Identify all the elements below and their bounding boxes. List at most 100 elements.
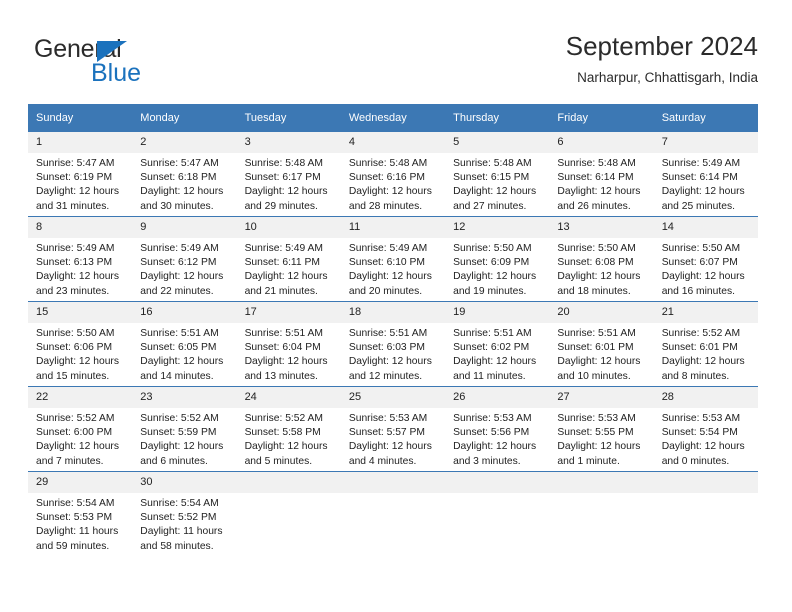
sunset-text: Sunset: 6:10 PM (348, 257, 425, 269)
calendar-day-cell[interactable]: 22 Sunrise: 5:52 AM Sunset: 6:00 PM Dayligh… (28, 386, 133, 472)
day-number: 29 (28, 472, 133, 493)
day-number: 26 (445, 387, 550, 408)
daylight-text: Daylight: 12 hours and 16 minutes. (661, 271, 745, 297)
sunrise-text: Sunrise: 5:53 AM (453, 413, 532, 424)
day-number (340, 472, 446, 493)
sunrise-text: Sunrise: 5:52 AM (661, 328, 741, 339)
sunrise-text: Sunrise: 5:48 AM (348, 158, 428, 169)
daylight-text: Daylight: 12 hours and 8 minutes. (661, 356, 745, 382)
calendar-week-row: 22 Sunrise: 5:52 AM Sunset: 6:00 PM Dayligh… (28, 386, 758, 472)
calendar-empty-cell (340, 471, 446, 556)
day-details: Sunrise: 5:53 AM Sunset: 5:57 PM Daylight:… (341, 408, 445, 469)
day-details: Sunrise: 5:51 AM Sunset: 6:05 PM Daylight:… (132, 323, 236, 384)
calendar-day-cell[interactable]: 15 Sunrise: 5:50 AM Sunset: 6:06 PM Dayligh… (28, 301, 133, 387)
page-header: General Blue September 2024 Narharpur, C… (0, 0, 792, 100)
daylight-text: Daylight: 11 hours and 59 minutes. (36, 526, 119, 552)
day-number: 2 (132, 132, 237, 153)
calendar-day-cell[interactable]: 14 Sunrise: 5:50 AM Sunset: 6:07 PM Dayligh… (653, 216, 758, 302)
calendar-day-cell[interactable]: 13 Sunrise: 5:50 AM Sunset: 6:08 PM Dayligh… (549, 216, 654, 302)
calendar-day-cell[interactable]: 26 Sunrise: 5:53 AM Sunset: 5:56 PM Dayligh… (445, 386, 550, 472)
daylight-text: Daylight: 12 hours and 22 minutes. (140, 271, 224, 297)
calendar-day-cell[interactable]: 10 Sunrise: 5:49 AM Sunset: 6:11 PM Dayligh… (236, 216, 341, 302)
sunrise-text: Sunrise: 5:49 AM (661, 158, 741, 169)
weekday-header-sunday: Sunday (28, 104, 133, 132)
weekday-header-friday: Friday (549, 104, 654, 132)
sunset-text: Sunset: 5:53 PM (36, 512, 113, 524)
sunrise-text: Sunrise: 5:51 AM (453, 328, 532, 339)
calendar-day-cell[interactable]: 4 Sunrise: 5:48 AM Sunset: 6:16 PM Daylight… (340, 132, 446, 217)
sunrise-text: Sunrise: 5:49 AM (348, 243, 428, 254)
title-block: September 2024 Narharpur, Chhattisgarh, … (566, 30, 758, 88)
day-details: Sunrise: 5:48 AM Sunset: 6:17 PM Daylight:… (237, 153, 341, 214)
calendar-page: General Blue September 2024 Narharpur, C… (0, 0, 792, 612)
day-details: Sunrise: 5:51 AM Sunset: 6:04 PM Daylight:… (237, 323, 341, 384)
sunset-text: Sunset: 6:16 PM (348, 172, 425, 184)
day-details: Sunrise: 5:51 AM Sunset: 6:03 PM Daylight:… (341, 323, 445, 384)
calendar-day-cell[interactable]: 7 Sunrise: 5:49 AM Sunset: 6:14 PM Daylight… (653, 132, 758, 217)
sunset-text: Sunset: 6:19 PM (36, 172, 113, 184)
calendar-day-cell[interactable]: 6 Sunrise: 5:48 AM Sunset: 6:14 PM Daylight… (549, 132, 654, 217)
day-details: Sunrise: 5:48 AM Sunset: 6:16 PM Daylight:… (341, 153, 445, 214)
sunset-text: Sunset: 5:52 PM (140, 512, 217, 524)
calendar-day-cell[interactable]: 29 Sunrise: 5:54 AM Sunset: 5:53 PM Dayligh… (28, 471, 133, 556)
sunrise-text: Sunrise: 5:50 AM (557, 243, 636, 254)
sunrise-text: Sunrise: 5:49 AM (244, 243, 323, 254)
calendar-day-cell[interactable]: 12 Sunrise: 5:50 AM Sunset: 6:09 PM Dayligh… (445, 216, 550, 302)
calendar-day-cell[interactable]: 2 Sunrise: 5:47 AM Sunset: 6:18 PM Daylight… (132, 132, 237, 217)
calendar-day-cell[interactable]: 30 Sunrise: 5:54 AM Sunset: 5:52 PM Dayligh… (132, 471, 237, 556)
day-details: Sunrise: 5:49 AM Sunset: 6:12 PM Daylight:… (132, 238, 236, 299)
calendar-day-cell[interactable]: 17 Sunrise: 5:51 AM Sunset: 6:04 PM Dayligh… (236, 301, 341, 387)
calendar-day-cell[interactable]: 23 Sunrise: 5:52 AM Sunset: 5:59 PM Dayligh… (132, 386, 237, 472)
calendar-day-cell[interactable]: 3 Sunrise: 5:48 AM Sunset: 6:17 PM Daylight… (236, 132, 341, 217)
sunrise-text: Sunrise: 5:51 AM (140, 328, 219, 339)
sunrise-text: Sunrise: 5:54 AM (36, 498, 115, 509)
calendar-day-cell[interactable]: 1 Sunrise: 5:47 AM Sunset: 6:19 PM Daylight… (28, 132, 133, 217)
day-details: Sunrise: 5:49 AM Sunset: 6:11 PM Daylight:… (237, 238, 341, 299)
sunset-text: Sunset: 6:17 PM (244, 172, 321, 184)
day-details: Sunrise: 5:50 AM Sunset: 6:07 PM Daylight:… (654, 238, 758, 299)
calendar-day-cell[interactable]: 16 Sunrise: 5:51 AM Sunset: 6:05 PM Dayligh… (132, 301, 237, 387)
sunset-text: Sunset: 6:01 PM (661, 342, 738, 354)
day-number: 27 (549, 387, 654, 408)
sunset-text: Sunset: 6:01 PM (557, 342, 634, 354)
calendar-day-cell[interactable]: 20 Sunrise: 5:51 AM Sunset: 6:01 PM Dayligh… (549, 301, 654, 387)
daylight-text: Daylight: 12 hours and 18 minutes. (557, 271, 641, 297)
day-details: Sunrise: 5:49 AM Sunset: 6:13 PM Daylight:… (28, 238, 132, 299)
daylight-text: Daylight: 12 hours and 20 minutes. (348, 271, 432, 297)
day-number: 30 (132, 472, 237, 493)
calendar-day-cell[interactable]: 28 Sunrise: 5:53 AM Sunset: 5:54 PM Dayligh… (653, 386, 758, 472)
sunrise-text: Sunrise: 5:48 AM (453, 158, 532, 169)
daylight-text: Daylight: 12 hours and 19 minutes. (453, 271, 537, 297)
day-number: 22 (28, 387, 133, 408)
sunset-text: Sunset: 6:14 PM (557, 172, 634, 184)
calendar-day-cell[interactable]: 19 Sunrise: 5:51 AM Sunset: 6:02 PM Dayligh… (445, 301, 550, 387)
day-details: Sunrise: 5:47 AM Sunset: 6:18 PM Daylight:… (132, 153, 236, 214)
daylight-text: Daylight: 12 hours and 23 minutes. (36, 271, 119, 297)
sunset-text: Sunset: 6:00 PM (36, 427, 113, 439)
day-details: Sunrise: 5:51 AM Sunset: 6:02 PM Daylight:… (445, 323, 549, 384)
day-number: 28 (653, 387, 758, 408)
calendar-day-cell[interactable]: 25 Sunrise: 5:53 AM Sunset: 5:57 PM Dayligh… (340, 386, 446, 472)
calendar-day-cell[interactable]: 18 Sunrise: 5:51 AM Sunset: 6:03 PM Dayligh… (340, 301, 446, 387)
daylight-text: Daylight: 12 hours and 15 minutes. (36, 356, 119, 382)
calendar-day-cell[interactable]: 27 Sunrise: 5:53 AM Sunset: 5:55 PM Dayligh… (549, 386, 654, 472)
calendar-day-cell[interactable]: 5 Sunrise: 5:48 AM Sunset: 6:15 PM Daylight… (445, 132, 550, 217)
weekday-header-wednesday: Wednesday (340, 104, 446, 132)
daylight-text: Daylight: 12 hours and 4 minutes. (348, 441, 432, 467)
calendar-day-cell[interactable]: 21 Sunrise: 5:52 AM Sunset: 6:01 PM Dayligh… (653, 301, 758, 387)
calendar-empty-cell (445, 471, 550, 556)
sunset-text: Sunset: 5:57 PM (348, 427, 425, 439)
daylight-text: Daylight: 12 hours and 1 minute. (557, 441, 641, 467)
sunrise-text: Sunrise: 5:50 AM (661, 243, 741, 254)
sunset-text: Sunset: 6:11 PM (244, 257, 320, 269)
day-details: Sunrise: 5:48 AM Sunset: 6:15 PM Daylight:… (445, 153, 549, 214)
day-details: Sunrise: 5:52 AM Sunset: 5:59 PM Daylight:… (132, 408, 236, 469)
calendar-week-row: 8 Sunrise: 5:49 AM Sunset: 6:13 PM Daylight… (28, 216, 758, 302)
calendar-day-cell[interactable]: 9 Sunrise: 5:49 AM Sunset: 6:12 PM Daylight… (132, 216, 237, 302)
day-number (549, 472, 654, 493)
calendar-day-cell[interactable]: 24 Sunrise: 5:52 AM Sunset: 5:58 PM Dayligh… (236, 386, 341, 472)
calendar-day-cell[interactable]: 8 Sunrise: 5:49 AM Sunset: 6:13 PM Daylight… (28, 216, 133, 302)
calendar-day-cell[interactable]: 11 Sunrise: 5:49 AM Sunset: 6:10 PM Dayligh… (340, 216, 446, 302)
general-blue-logo[interactable]: General Blue (34, 36, 254, 92)
daylight-text: Daylight: 12 hours and 6 minutes. (140, 441, 224, 467)
